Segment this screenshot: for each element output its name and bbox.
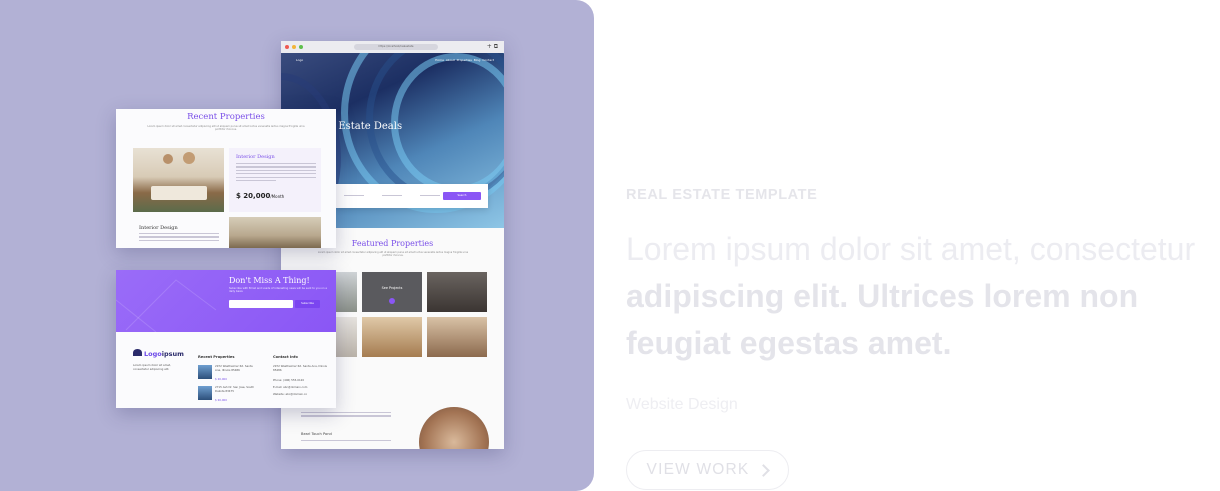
property-tile-featured: See Projects (362, 272, 422, 312)
nav-about: About (445, 58, 455, 62)
property-search-bar: Search (336, 184, 488, 208)
listing-title: Bearl Touch Pond (301, 432, 332, 436)
decorative-lines-icon (116, 279, 217, 332)
footer-property-address: 2972 Westheimer Rd. Santa Ana, Illinois … (215, 364, 253, 372)
browser-hero-title: al Estate Deals (326, 121, 403, 132)
browser-nav: Logo Home About Properties Blog Contact (296, 58, 494, 62)
headline-light-text: Lorem ipsum dolor sit amet, consectetur (626, 231, 1196, 267)
interior-photo-circle (419, 407, 489, 449)
property-tile (427, 317, 487, 357)
footer-tagline: Lorem ipsum dolor sit amet, consectetur … (133, 363, 171, 371)
browser-toolbar: https://localhost/realestate + ⧉ (281, 41, 504, 53)
bedroom-photo (229, 217, 321, 248)
footer-property-thumb (198, 365, 212, 379)
subscribe-button: Subscribe (295, 300, 320, 308)
project-headline: Lorem ipsum dolor sit amet, consectetur … (626, 226, 1206, 367)
project-category: Website Design (626, 396, 738, 413)
footer-property-address: 2715 Ash Dr. San Jose, South Dakota 8347… (215, 385, 255, 393)
chevron-right-icon (757, 463, 771, 477)
price-label: $ 20,000/Month (236, 192, 285, 200)
footer-property-price: $ 20,000 (215, 377, 227, 381)
living-room-photo (133, 148, 224, 212)
newsletter-footer-card: Don't Miss A Thing! Subscribe with Email… (116, 270, 336, 408)
interior-design-panel: Interior Design $ 20,000/Month (229, 148, 321, 212)
minimize-dot-icon (292, 45, 296, 49)
close-dot-icon (285, 45, 289, 49)
footer-property-price: $ 20,000 (215, 398, 227, 402)
logo-mark-icon (133, 349, 142, 356)
newsletter-email-field (229, 300, 293, 308)
footer-contact-address: 2972 Westheimer Rd. Santa Ana, Illinois … (273, 364, 327, 372)
nav-home: Home (435, 58, 444, 62)
see-projects-label: See Projects (381, 286, 403, 290)
featured-subtitle: Lorem ipsum dolor sit amet consectetur a… (317, 251, 469, 257)
footer-property-thumb (198, 386, 212, 400)
property-tile (362, 317, 422, 357)
maximize-dot-icon (299, 45, 303, 49)
interior-design-heading: Interior Design (236, 154, 275, 160)
newsletter-title: Don't Miss A Thing! (229, 276, 310, 285)
view-work-button[interactable]: VIEW WORK (626, 450, 789, 490)
nav-contact: Contact (482, 58, 494, 62)
view-work-label: VIEW WORK (646, 461, 750, 478)
property-tile (427, 272, 487, 312)
recent-properties-card: Recent Properties Lorem ipsum dolor sit … (116, 109, 336, 248)
project-eyebrow: REAL ESTATE TEMPLATE (626, 187, 818, 203)
search-button: Search (443, 192, 481, 200)
recent-properties-subtitle: Lorem ipsum dolor sit amet consectetur a… (147, 125, 305, 132)
footer-logo: Logoipsum (133, 349, 184, 358)
nav-properties: Properties (456, 58, 472, 62)
interior-design-heading-2: Interior Design (139, 225, 178, 231)
arrow-icon (389, 298, 395, 304)
footer-recent-heading: Recent Properties (198, 355, 235, 359)
footer-contact-email: E-mail: abc@domain.com (273, 385, 308, 389)
nav-logo: Logo (296, 58, 304, 62)
mockup-showcase-card: https://localhost/realestate + ⧉ Logo Ho… (0, 0, 594, 491)
newsletter-banner: Don't Miss A Thing! Subscribe with Email… (116, 270, 336, 332)
nav-blog: Blog (473, 58, 481, 62)
new-tab-icon: + ⧉ (486, 43, 498, 50)
address-bar: https://localhost/realestate (354, 44, 438, 50)
portfolio-slide: https://localhost/realestate + ⧉ Logo Ho… (0, 0, 1220, 491)
footer-contact-heading: Contact Info (273, 355, 298, 359)
recent-properties-title: Recent Properties (187, 112, 265, 122)
footer-contact-phone: Phone: (406) 555-0120 (273, 378, 305, 382)
footer-contact-website: Website: abc@domain.co (273, 392, 308, 396)
newsletter-subtitle: Subscribe with Email and Loads of intere… (229, 287, 327, 294)
headline-bold-text: adipiscing elit. Ultrices lorem non feug… (626, 278, 1139, 361)
